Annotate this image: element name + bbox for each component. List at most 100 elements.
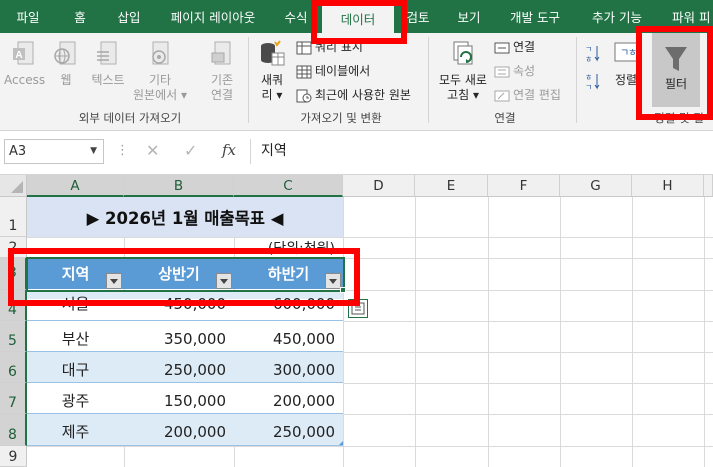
cell-second-half[interactable]: 600,000: [234, 293, 343, 321]
sort-dialog-icon: ㄱ ㅎ: [614, 42, 638, 62]
web-button[interactable]: 웹: [50, 39, 82, 88]
access-icon: A: [13, 41, 34, 65]
cell-second-half[interactable]: 200,000: [234, 383, 343, 414]
other-sources-button[interactable]: 기타 원본에서 ▾: [130, 39, 190, 103]
get-transform-group-label: 가져오기 및 변환: [300, 111, 382, 125]
column-header-f[interactable]: F: [488, 175, 560, 197]
insert-function-button[interactable]: fx: [222, 141, 236, 159]
tab-data[interactable]: 데이터: [322, 6, 394, 33]
tab-insert[interactable]: 삽입: [108, 0, 150, 33]
properties-button[interactable]: 속성: [494, 61, 535, 81]
cell-region[interactable]: 대구: [27, 352, 124, 383]
refresh-all-button[interactable]: 모두 새로 고침 ▾: [434, 39, 492, 103]
new-query-button[interactable]: 새쿼 리 ▾: [254, 39, 290, 103]
cell-second-half[interactable]: 450,000: [234, 321, 343, 352]
sort-az-button[interactable]: ㄱㅎ: [584, 43, 604, 65]
select-all-corner[interactable]: [0, 175, 27, 197]
tab-page-layout[interactable]: 페이지 레이아웃: [160, 0, 266, 33]
row-header-4[interactable]: 4: [0, 290, 27, 321]
unit-note[interactable]: (단위:천원): [234, 237, 343, 258]
tab-file[interactable]: 파일: [6, 0, 50, 33]
column-header-c[interactable]: C: [234, 175, 343, 197]
connections-button[interactable]: 연결: [494, 37, 535, 57]
gridline: [27, 237, 713, 238]
tab-home[interactable]: 홈: [62, 0, 98, 33]
formula-input[interactable]: 지역: [250, 139, 713, 164]
recent-clock-icon: [296, 89, 312, 102]
tab-developer[interactable]: 개발 도구: [500, 0, 570, 33]
column-header-e[interactable]: E: [415, 175, 488, 197]
ribbon-tab-bar: 파일 홈 삽입 페이지 레이아웃 수식 데이터 검토 보기 개발 도구 추가 기…: [0, 0, 713, 33]
cell-first-half[interactable]: 250,000: [124, 352, 234, 383]
svg-text:ㄱ: ㄱ: [585, 83, 592, 92]
column-header-g[interactable]: G: [560, 175, 632, 197]
row-header-1[interactable]: 1: [0, 197, 27, 237]
text-file-icon: [97, 41, 117, 65]
gridline: [343, 352, 713, 353]
sort-descending-icon: ㅎㄱ: [585, 73, 600, 92]
formula-bar: A3 ▼ ⋮ ✕ ✓ fx 지역: [0, 131, 713, 175]
tab-review[interactable]: 검토: [398, 0, 438, 33]
row-header-5[interactable]: 5: [0, 321, 27, 352]
confirm-entry-icon[interactable]: ✓: [184, 141, 197, 160]
tab-formulas[interactable]: 수식: [276, 0, 316, 33]
table-grid-icon: [296, 65, 312, 78]
fill-handle[interactable]: [340, 287, 346, 293]
cell-region[interactable]: 서울: [27, 293, 124, 321]
row-header-3[interactable]: 3: [0, 258, 27, 290]
row-header-8[interactable]: 8: [0, 414, 27, 446]
name-box[interactable]: A3 ▼: [4, 139, 104, 164]
row-header-6[interactable]: 6: [0, 352, 27, 383]
connections-group-label: 연결: [494, 111, 516, 125]
cell-second-half[interactable]: 300,000: [234, 352, 343, 383]
tab-power-pivot[interactable]: 파워 피: [664, 0, 713, 33]
row-header-9[interactable]: 9: [0, 446, 27, 467]
show-queries-button[interactable]: 쿼리 표시: [296, 37, 363, 57]
cell-region[interactable]: 부산: [27, 321, 124, 352]
column-header-d[interactable]: D: [343, 175, 415, 197]
show-queries-icon: [296, 41, 312, 54]
cell-first-half[interactable]: 350,000: [124, 321, 234, 352]
from-table-button[interactable]: 테이블에서: [296, 61, 370, 81]
column-header-h[interactable]: H: [632, 175, 704, 197]
cell-second-half[interactable]: 250,000: [234, 414, 343, 446]
cell-first-half[interactable]: 150,000: [124, 383, 234, 414]
svg-text:ㅎ: ㅎ: [585, 55, 592, 64]
name-box-dropdown-icon[interactable]: ▼: [90, 140, 97, 163]
other-sources-icon: [152, 41, 169, 65]
tab-add-ins[interactable]: 추가 기능: [582, 0, 652, 33]
gridline: [27, 446, 713, 447]
svg-text:ㄱ: ㄱ: [585, 45, 592, 54]
recent-sources-button[interactable]: 최근에 사용한 원본: [296, 85, 411, 105]
cell-region[interactable]: 광주: [27, 383, 124, 414]
cell-first-half[interactable]: 200,000: [124, 414, 234, 446]
svg-text:A: A: [15, 50, 22, 61]
sort-filter-group-label: 정렬 및 필: [654, 111, 704, 125]
column-header-a[interactable]: A: [27, 175, 124, 197]
cancel-entry-icon[interactable]: ✕: [146, 141, 159, 160]
column-header-i[interactable]: [704, 175, 713, 197]
ribbon-panel: A Access 웹 텍스트 기타 원본에서 ▾ 기존 연결 외부 데이터 가져오기: [0, 33, 713, 131]
row-header-2[interactable]: 2: [0, 237, 27, 258]
filter-button[interactable]: 필터: [652, 33, 700, 107]
quick-analysis-button[interactable]: [348, 299, 368, 318]
column-header-b[interactable]: B: [124, 175, 234, 197]
edit-links-button[interactable]: 연결 편집: [494, 85, 561, 105]
tab-view[interactable]: 보기: [448, 0, 490, 33]
edit-links-icon: [494, 90, 510, 101]
sort-button[interactable]: ㄱ ㅎ 정렬: [608, 39, 644, 88]
new-query-icon: [261, 40, 285, 66]
text-file-button[interactable]: 텍스트: [86, 39, 130, 88]
select-all-triangle-icon: [11, 181, 23, 193]
sort-za-button[interactable]: ㅎㄱ: [584, 71, 604, 93]
cell-first-half[interactable]: 450,000: [124, 293, 234, 321]
row-header-7[interactable]: 7: [0, 383, 27, 414]
existing-connections-button[interactable]: 기존 연결: [200, 39, 244, 103]
cell-region[interactable]: 제주: [27, 414, 124, 446]
external-data-group-label: 외부 데이터 가져오기: [78, 111, 182, 125]
formula-bar-grip-icon[interactable]: ⋮: [116, 143, 129, 158]
table-resize-handle-icon[interactable]: [339, 441, 343, 445]
access-button[interactable]: A Access: [4, 39, 45, 88]
sheet-title[interactable]: ▶ 2026년 1월 매출목표 ◀: [27, 197, 343, 237]
web-globe-icon: [54, 41, 76, 65]
